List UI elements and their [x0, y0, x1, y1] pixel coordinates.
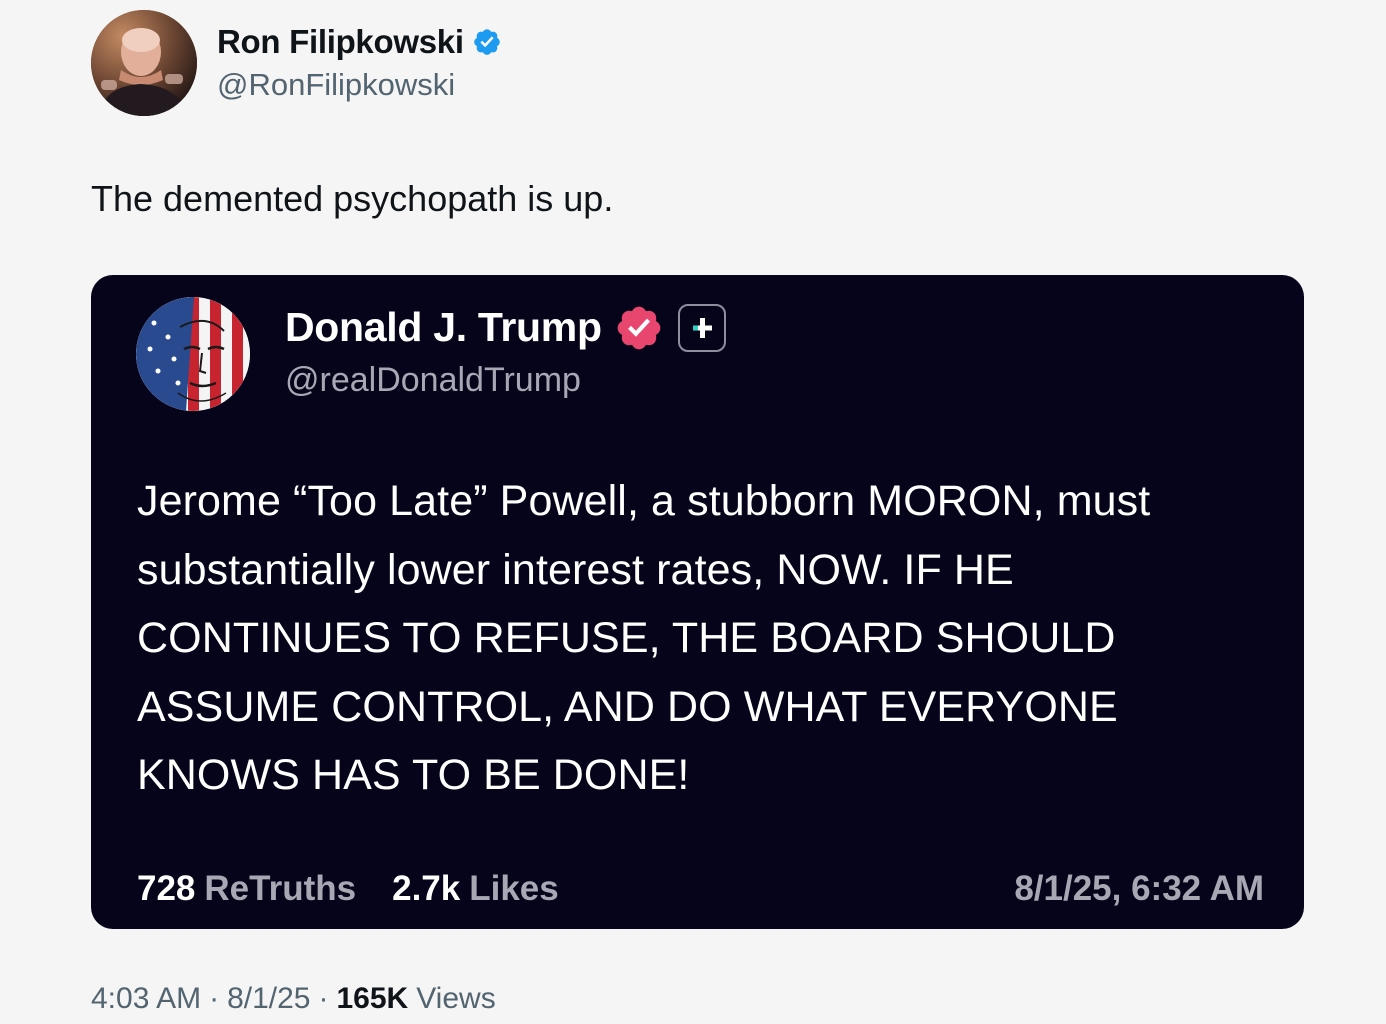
retruths-count: 728: [137, 869, 196, 908]
post-date[interactable]: 8/1/25: [227, 982, 310, 1016]
retruths-label: ReTruths: [204, 869, 357, 908]
verified-badge-icon: [473, 29, 500, 55]
post-time[interactable]: 4:03 AM: [91, 982, 201, 1016]
views-label: Views: [416, 982, 496, 1015]
quoted-avatar[interactable]: [136, 297, 250, 411]
likes-label: Likes: [469, 869, 559, 908]
avatar[interactable]: [91, 10, 197, 116]
quoted-author-handle[interactable]: @realDonaldTrump: [285, 361, 726, 400]
author-handle[interactable]: @RonFilipkowski: [217, 67, 502, 103]
plus-icon: [692, 317, 712, 338]
post-meta: 4:03 AM · 8/1/25 · 165K Views: [91, 982, 496, 1016]
quoted-author-name[interactable]: Donald J. Trump: [285, 304, 602, 351]
author-text: Ron Filipkowski @RonFilipkowski: [217, 23, 502, 103]
quoted-post-footer: 728 ReTruths 2.7k Likes 8/1/25, 6:32 AM: [137, 869, 1264, 909]
likes-count: 2.7k: [392, 869, 461, 908]
quoted-avatar-image: [136, 297, 250, 411]
quoted-post-timestamp: 8/1/25, 6:32 AM: [1014, 869, 1264, 908]
quoted-post-card[interactable]: Donald J. Trump @realDonaldTrump Jerome …: [91, 275, 1304, 929]
meta-separator: ·: [209, 982, 220, 1015]
retruths-stat[interactable]: 728 ReTruths: [137, 869, 356, 909]
quoted-post-header: Donald J. Trump @realDonaldTrump: [136, 297, 726, 411]
author-name[interactable]: Ron Filipkowski: [217, 23, 464, 61]
quoted-author-text: Donald J. Trump @realDonaldTrump: [285, 303, 726, 400]
plus-badge: [677, 303, 726, 352]
quoted-post-body: Jerome “Too Late” Powell, a stubborn MOR…: [137, 477, 1151, 799]
author-name-row: Ron Filipkowski: [217, 23, 502, 61]
meta-separator: ·: [318, 982, 329, 1015]
page: Ron Filipkowski @RonFilipkowski The deme…: [0, 0, 1386, 1024]
author-header: Ron Filipkowski @RonFilipkowski: [91, 10, 502, 116]
views-count: 165K: [336, 982, 409, 1015]
likes-stat[interactable]: 2.7k Likes: [392, 869, 559, 909]
quoted-name-row: Donald J. Trump: [285, 303, 726, 353]
verified-badge-icon: [617, 306, 661, 349]
tweet-text: The demented psychopath is up.: [91, 178, 614, 219]
avatar-image: [91, 10, 197, 116]
